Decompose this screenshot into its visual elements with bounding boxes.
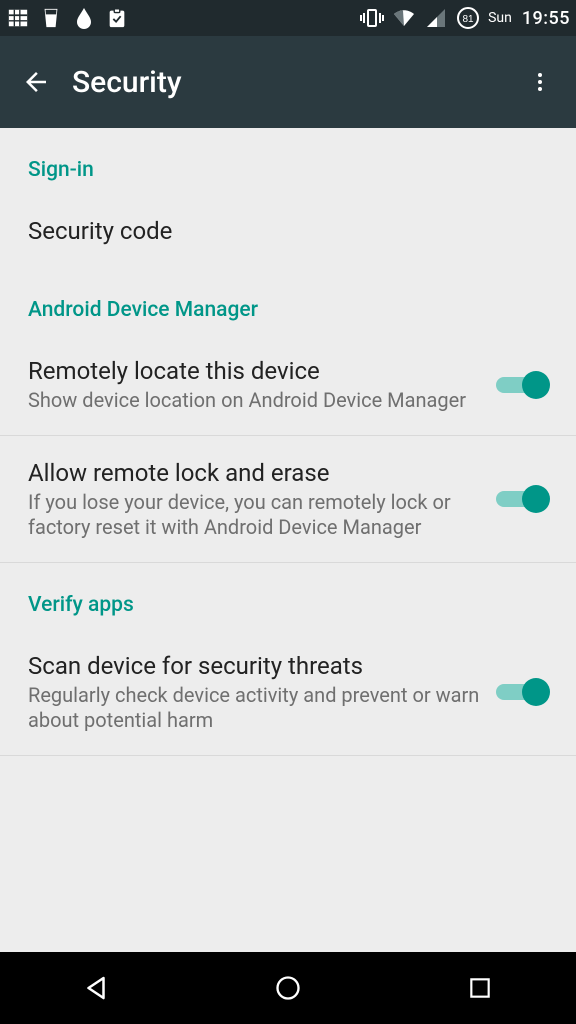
status-time: 19:55 [522, 8, 570, 29]
switch-remotely-locate[interactable] [496, 369, 548, 401]
item-title: Scan device for security threats [28, 651, 484, 681]
section-header-verify: Verify apps [0, 563, 576, 629]
item-title: Remotely locate this device [28, 356, 484, 386]
page-title: Security [72, 65, 182, 100]
nav-recent-button[interactable] [448, 964, 512, 1012]
battery-icon: 81 [456, 6, 480, 30]
nav-home-button[interactable] [256, 964, 320, 1012]
svg-text:81: 81 [463, 14, 475, 25]
calendar-icon [6, 6, 30, 30]
overflow-menu-button[interactable] [516, 58, 564, 106]
drop-icon [72, 6, 96, 30]
status-left [6, 6, 129, 30]
glass-icon [39, 6, 63, 30]
wifi-icon [392, 6, 416, 30]
section-header-signin: Sign-in [0, 128, 576, 194]
content: Sign-in Security code Android Device Man… [0, 128, 576, 952]
divider [0, 755, 576, 756]
clipboard-icon [105, 6, 129, 30]
screen: 81 Sun 19:55 Security Sign-in Security c… [0, 0, 576, 1024]
item-remote-lock-erase[interactable]: Allow remote lock and erase If you lose … [0, 436, 576, 562]
status-right: 81 Sun 19:55 [360, 6, 570, 30]
item-subtitle: Show device location on Android Device M… [28, 388, 484, 413]
item-remotely-locate[interactable]: Remotely locate this device Show device … [0, 334, 576, 435]
navigation-bar [0, 952, 576, 1024]
status-bar: 81 Sun 19:55 [0, 0, 576, 36]
item-subtitle: If you lose your device, you can remotel… [28, 490, 484, 540]
item-title: Security code [28, 216, 536, 246]
switch-scan-threats[interactable] [496, 676, 548, 708]
app-bar: Security [0, 36, 576, 128]
item-security-code[interactable]: Security code [0, 194, 576, 268]
vibrate-icon [360, 6, 384, 30]
item-scan-threats[interactable]: Scan device for security threats Regular… [0, 629, 576, 755]
back-button[interactable] [12, 58, 60, 106]
section-header-adm: Android Device Manager [0, 268, 576, 334]
status-day: Sun [488, 10, 512, 26]
nav-back-button[interactable] [64, 964, 128, 1012]
signal-icon [424, 6, 448, 30]
item-title: Allow remote lock and erase [28, 458, 484, 488]
switch-remote-lock-erase[interactable] [496, 483, 548, 515]
item-subtitle: Regularly check device activity and prev… [28, 683, 484, 733]
